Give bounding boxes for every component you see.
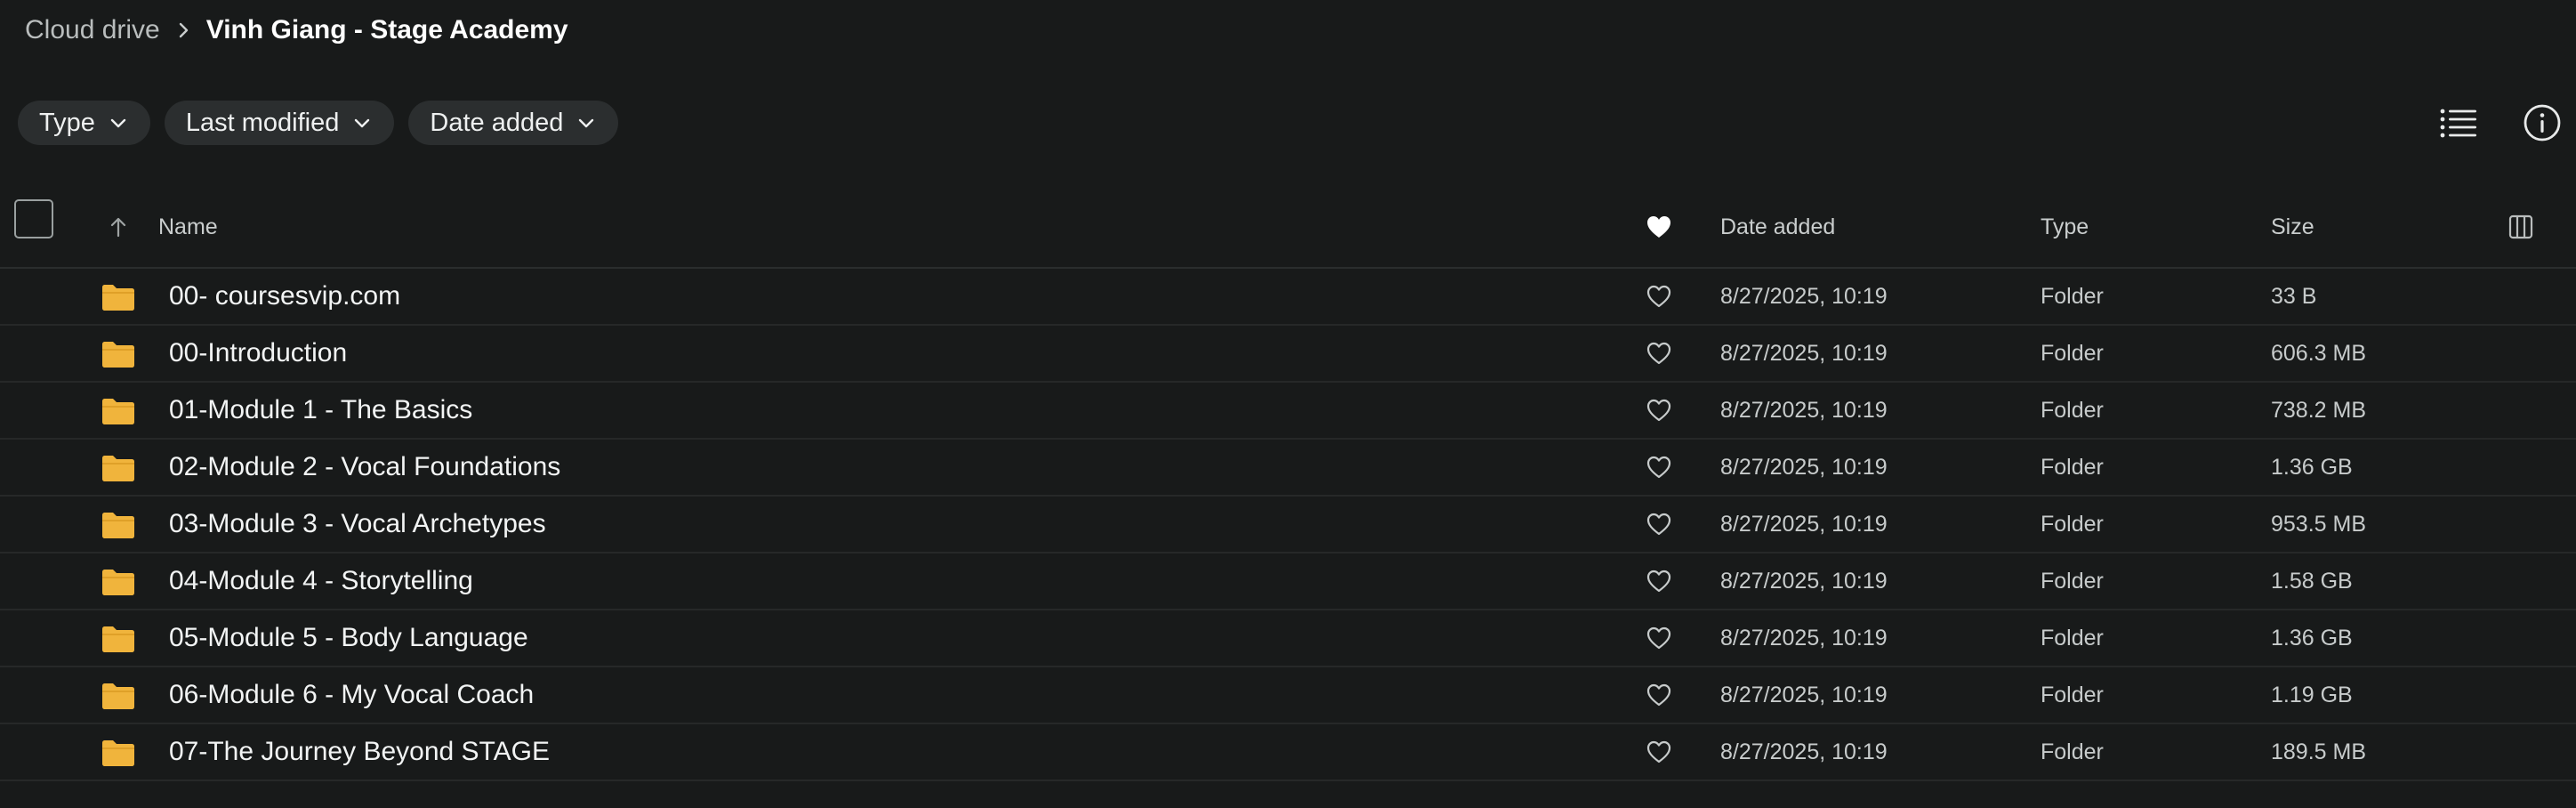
file-name[interactable]: 00-Introduction	[169, 326, 347, 381]
type-cell: Folder	[2041, 340, 2104, 366]
type-cell: Folder	[2041, 568, 2104, 594]
breadcrumb-current-folder: Vinh Giang - Stage Academy	[205, 15, 568, 44]
file-name[interactable]: 00- coursesvip.com	[169, 269, 400, 324]
list-view-icon[interactable]	[2434, 98, 2483, 148]
type-cell: Folder	[2041, 739, 2104, 764]
last-modified-filter-button[interactable]: Last modified	[164, 101, 395, 145]
breadcrumb-cloud-drive[interactable]: Cloud drive	[25, 15, 160, 45]
date-added-cell: 8/27/2025, 10:19	[1720, 625, 1888, 650]
file-name[interactable]: 01-Module 1 - The Basics	[169, 383, 472, 438]
file-name[interactable]: 04-Module 4 - Storytelling	[169, 553, 473, 609]
file-name[interactable]: 02-Module 2 - Vocal Foundations	[169, 440, 560, 495]
date-added-cell: 8/27/2025, 10:19	[1720, 682, 1888, 707]
heart-icon[interactable]	[1646, 284, 1672, 309]
date-added-filter-button[interactable]: Date added	[408, 101, 619, 145]
chevron-down-icon	[108, 112, 129, 133]
type-cell: Folder	[2041, 682, 2104, 707]
folder-icon	[101, 625, 136, 653]
table-row[interactable]: 04-Module 4 - Storytelling 8/27/2025, 10:…	[0, 553, 2576, 610]
type-cell: Folder	[2041, 454, 2104, 480]
table-row[interactable]: 06-Module 6 - My Vocal Coach 8/27/2025, 1…	[0, 667, 2576, 724]
size-cell: 606.3 MB	[2271, 340, 2367, 366]
info-icon[interactable]	[2517, 98, 2567, 148]
heart-icon[interactable]	[1646, 626, 1672, 650]
heart-icon[interactable]	[1646, 683, 1672, 707]
date-added-cell: 8/27/2025, 10:19	[1720, 739, 1888, 764]
date-added-cell: 8/27/2025, 10:19	[1720, 511, 1888, 537]
size-column-header[interactable]: Size	[2271, 187, 2314, 267]
table-row[interactable]: 02-Module 2 - Vocal Foundations 8/27/2025…	[0, 440, 2576, 497]
size-cell: 738.2 MB	[2271, 397, 2367, 423]
filter-bar: Type Last modified Date added	[18, 101, 619, 145]
file-name[interactable]: 03-Module 3 - Vocal Archetypes	[169, 497, 546, 552]
date-added-cell: 8/27/2025, 10:19	[1720, 340, 1888, 366]
date-added-cell: 8/27/2025, 10:19	[1720, 568, 1888, 594]
heart-icon[interactable]	[1646, 398, 1672, 423]
chevron-right-icon	[165, 12, 201, 48]
columns-icon[interactable]	[2508, 187, 2533, 267]
folder-icon	[101, 454, 136, 482]
select-all-checkbox[interactable]	[14, 199, 53, 238]
name-column-header[interactable]: Name	[158, 187, 218, 267]
table-row[interactable]: 03-Module 3 - Vocal Archetypes 8/27/2025,…	[0, 497, 2576, 553]
type-filter-button[interactable]: Type	[18, 101, 150, 145]
file-list: 00- coursesvip.com 8/27/2025, 10:19 Folder…	[0, 269, 2576, 781]
type-cell: Folder	[2041, 283, 2104, 309]
file-name[interactable]: 06-Module 6 - My Vocal Coach	[169, 667, 534, 723]
table-row[interactable]: 07-The Journey Beyond STAGE 8/27/2025, 10…	[0, 724, 2576, 781]
size-cell: 1.36 GB	[2271, 454, 2353, 480]
folder-icon	[101, 397, 136, 425]
file-name[interactable]: 05-Module 5 - Body Language	[169, 610, 528, 666]
heart-icon[interactable]	[1646, 512, 1672, 537]
folder-icon	[101, 340, 136, 368]
file-name[interactable]: 07-The Journey Beyond STAGE	[169, 724, 550, 780]
folder-icon	[101, 739, 136, 767]
table-row[interactable]: 01-Module 1 - The Basics 8/27/2025, 10:19…	[0, 383, 2576, 440]
type-cell: Folder	[2041, 625, 2104, 650]
heart-icon[interactable]	[1646, 341, 1672, 366]
sort-ascending-arrow-icon[interactable]	[109, 187, 128, 267]
folder-icon	[101, 283, 136, 311]
size-cell: 1.58 GB	[2271, 568, 2353, 594]
type-cell: Folder	[2041, 397, 2104, 423]
size-cell: 953.5 MB	[2271, 511, 2367, 537]
size-cell: 1.19 GB	[2271, 682, 2353, 707]
date-added-cell: 8/27/2025, 10:19	[1720, 283, 1888, 309]
size-cell: 189.5 MB	[2271, 739, 2367, 764]
heart-filled-icon[interactable]	[1646, 187, 1672, 267]
type-cell: Folder	[2041, 511, 2104, 537]
folder-icon	[101, 682, 136, 710]
date-added-filter-label: Date added	[430, 108, 564, 137]
heart-icon[interactable]	[1646, 455, 1672, 480]
size-cell: 1.36 GB	[2271, 625, 2353, 650]
type-filter-label: Type	[39, 108, 95, 137]
heart-icon[interactable]	[1646, 569, 1672, 594]
chevron-down-icon	[576, 112, 597, 133]
table-row[interactable]: 00- coursesvip.com 8/27/2025, 10:19 Folder…	[0, 269, 2576, 326]
table-row[interactable]: 00-Introduction 8/27/2025, 10:19 Folder 606…	[0, 326, 2576, 383]
type-column-header[interactable]: Type	[2041, 187, 2089, 267]
table-header: Name Date added Type Size	[0, 187, 2576, 269]
folder-icon	[101, 568, 136, 596]
heart-icon[interactable]	[1646, 739, 1672, 764]
size-cell: 33 B	[2271, 283, 2317, 309]
table-row[interactable]: 05-Module 5 - Body Language 8/27/2025, 10…	[0, 610, 2576, 667]
breadcrumb: Cloud drive Vinh Giang - Stage Academy	[25, 12, 568, 48]
date-added-cell: 8/27/2025, 10:19	[1720, 397, 1888, 423]
date-added-column-header[interactable]: Date added	[1720, 187, 1835, 267]
last-modified-filter-label: Last modified	[185, 108, 340, 137]
date-added-cell: 8/27/2025, 10:19	[1720, 454, 1888, 480]
folder-icon	[101, 511, 136, 539]
chevron-down-icon	[351, 112, 373, 133]
